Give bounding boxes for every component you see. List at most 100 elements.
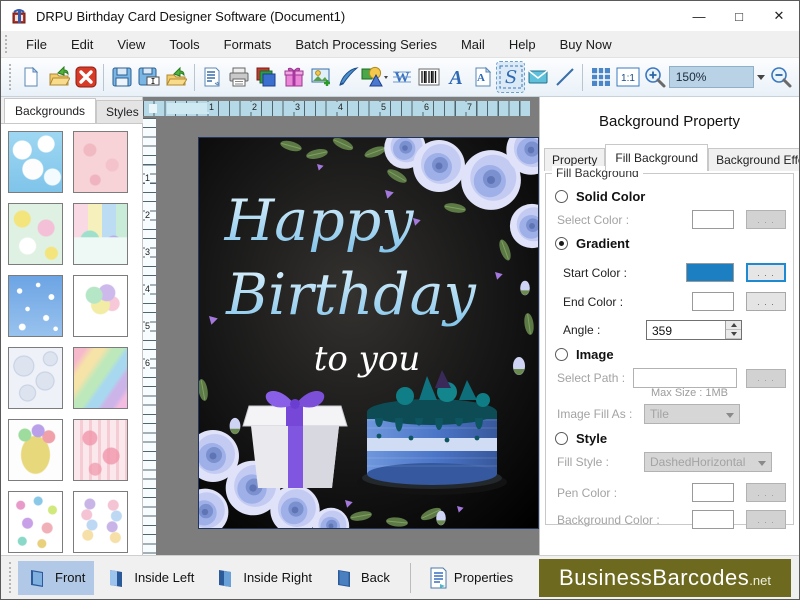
new-document-icon[interactable]	[18, 62, 45, 92]
menu-item-tools[interactable]: Tools	[157, 32, 211, 57]
barcode-icon[interactable]	[416, 62, 443, 92]
ruler-number: 6	[145, 357, 150, 369]
background-thumbnail-winter-pastel[interactable]	[73, 203, 128, 265]
print-preview-icon[interactable]	[199, 62, 226, 92]
export-file-icon[interactable]	[163, 62, 190, 92]
tab-styles[interactable]: Styles	[96, 100, 149, 123]
pen-color-swatch[interactable]	[692, 483, 734, 502]
ruler-margin-marker[interactable]	[149, 104, 157, 113]
card-page-icon	[333, 567, 355, 589]
tab-background-effects[interactable]: Background Effects	[708, 148, 799, 171]
zoom-in-icon[interactable]	[642, 62, 669, 92]
menu-item-view[interactable]: View	[105, 32, 157, 57]
backgrounds-panel-tabs: Backgrounds Styles	[1, 97, 142, 123]
insert-image-icon[interactable]	[307, 62, 334, 92]
page-inside-right-button[interactable]: Inside Right	[206, 561, 321, 595]
style-radio[interactable]	[555, 432, 568, 445]
end-color-swatch[interactable]	[692, 292, 734, 311]
card-page-icon	[215, 567, 237, 589]
background-thumbnail-star-night[interactable]	[8, 275, 63, 337]
tab-fill-background[interactable]: Fill Background	[605, 144, 708, 171]
toolbar-separator	[194, 64, 195, 91]
insert-shape-icon[interactable]	[361, 62, 388, 92]
gradient-label: Gradient	[576, 236, 629, 251]
end-color-browse-button[interactable]: . . .	[746, 292, 786, 311]
card-preview[interactable]: Happy Birthday to you	[199, 138, 538, 528]
menu-item-file[interactable]: File	[14, 32, 59, 57]
menu-grip	[5, 35, 11, 53]
card-page-icon	[106, 567, 128, 589]
zoom-combo-caret-icon[interactable]	[754, 66, 768, 88]
background-thumbnail-confetti-hearts[interactable]	[8, 491, 63, 553]
gift-icon[interactable]	[280, 62, 307, 92]
start-color-swatch[interactable]	[686, 263, 734, 282]
svg-text:A: A	[477, 72, 485, 84]
zoom-level-combo[interactable]: 150%	[669, 66, 755, 88]
select-path-browse-button[interactable]: . . .	[746, 369, 786, 388]
background-thumbnail-happy-birthday-text[interactable]	[8, 419, 63, 481]
send-mail-icon[interactable]	[524, 62, 551, 92]
angle-spinner[interactable]: 359	[646, 320, 742, 340]
zoom-out-icon[interactable]	[768, 62, 795, 92]
solid-color-radio[interactable]	[555, 190, 568, 203]
page-inside-left-button[interactable]: Inside Left	[97, 561, 203, 595]
text-document-icon[interactable]: A	[470, 62, 497, 92]
menu-item-help[interactable]: Help	[497, 32, 548, 57]
background-thumbnail-balloon-columns[interactable]	[73, 491, 128, 553]
backgrounds-panel: Backgrounds Styles	[1, 97, 143, 555]
open-file-icon[interactable]	[45, 62, 72, 92]
pen-color-browse-button[interactable]: . . .	[746, 483, 786, 502]
background-color-browse-button[interactable]: . . .	[746, 510, 786, 529]
menu-bar: File Edit View Tools Formats Batch Proce…	[1, 31, 799, 58]
background-color-swatch[interactable]	[692, 510, 734, 529]
page-inside-left-label: Inside Left	[134, 570, 194, 585]
menu-item-batch-processing-series[interactable]: Batch Processing Series	[283, 32, 449, 57]
start-color-browse-button[interactable]: . . .	[746, 263, 786, 282]
tab-backgrounds[interactable]: Backgrounds	[4, 98, 96, 123]
background-thumbnail-pastel-balloons[interactable]	[73, 275, 128, 337]
menu-item-mail[interactable]: Mail	[449, 32, 497, 57]
properties-button[interactable]: Properties	[419, 561, 522, 595]
select-color-swatch[interactable]	[692, 210, 734, 229]
menu-item-formats[interactable]: Formats	[212, 32, 284, 57]
background-thumbnail-sky-clouds[interactable]	[8, 131, 63, 193]
image-fill-dropdown[interactable]: Tile	[644, 404, 740, 424]
background-thumbnail-rainbow-pastel[interactable]	[73, 347, 128, 409]
signature-icon[interactable]: S	[497, 62, 524, 92]
card-text-line1: Happy	[224, 188, 415, 254]
horizontal-ruler: 1 2 3 4 5 6 7	[143, 101, 530, 116]
angle-down-button[interactable]	[726, 330, 741, 339]
menu-item-buy-now[interactable]: Buy Now	[548, 32, 624, 57]
angle-value[interactable]: 359	[647, 321, 725, 339]
close-document-icon[interactable]	[72, 62, 99, 92]
menu-item-edit[interactable]: Edit	[59, 32, 105, 57]
angle-up-button[interactable]	[726, 321, 741, 330]
insert-text-icon[interactable]: A	[443, 62, 470, 92]
save-as-icon[interactable]	[135, 62, 162, 92]
background-layers-icon[interactable]	[253, 62, 280, 92]
maximize-button[interactable]: □	[719, 1, 759, 31]
draw-line-icon[interactable]	[551, 62, 578, 92]
background-thumbnail-soap-bubbles[interactable]	[8, 347, 63, 409]
print-icon[interactable]	[226, 62, 253, 92]
svg-text:S: S	[504, 67, 516, 88]
grid-view-icon[interactable]	[587, 62, 614, 92]
save-icon[interactable]	[108, 62, 135, 92]
page-front-button[interactable]: Front	[18, 561, 94, 595]
background-thumbnail-heart-stripes[interactable]	[73, 419, 128, 481]
draw-pen-icon[interactable]	[334, 62, 361, 92]
close-button[interactable]: ✕	[759, 1, 799, 31]
image-radio[interactable]	[555, 348, 568, 361]
fill-style-dropdown[interactable]: DashedHorizontal	[644, 452, 772, 472]
ruler-number: 5	[145, 320, 150, 332]
canvas-area[interactable]: 1 2 3 4 5 6 7 1 2 3 4 5 6	[143, 97, 539, 555]
gradient-radio[interactable]	[555, 237, 568, 250]
actual-size-icon[interactable]: 1:1	[615, 62, 642, 92]
background-thumbnail-pink-hearts[interactable]	[73, 131, 128, 193]
background-thumbnail-daisy-flowers[interactable]	[8, 203, 63, 265]
minimize-button[interactable]: —	[679, 1, 719, 31]
watermark-icon[interactable]: W	[389, 62, 416, 92]
select-path-input[interactable]	[633, 368, 737, 388]
page-back-button[interactable]: Back	[324, 561, 399, 595]
select-color-browse-button[interactable]: . . .	[746, 210, 786, 229]
